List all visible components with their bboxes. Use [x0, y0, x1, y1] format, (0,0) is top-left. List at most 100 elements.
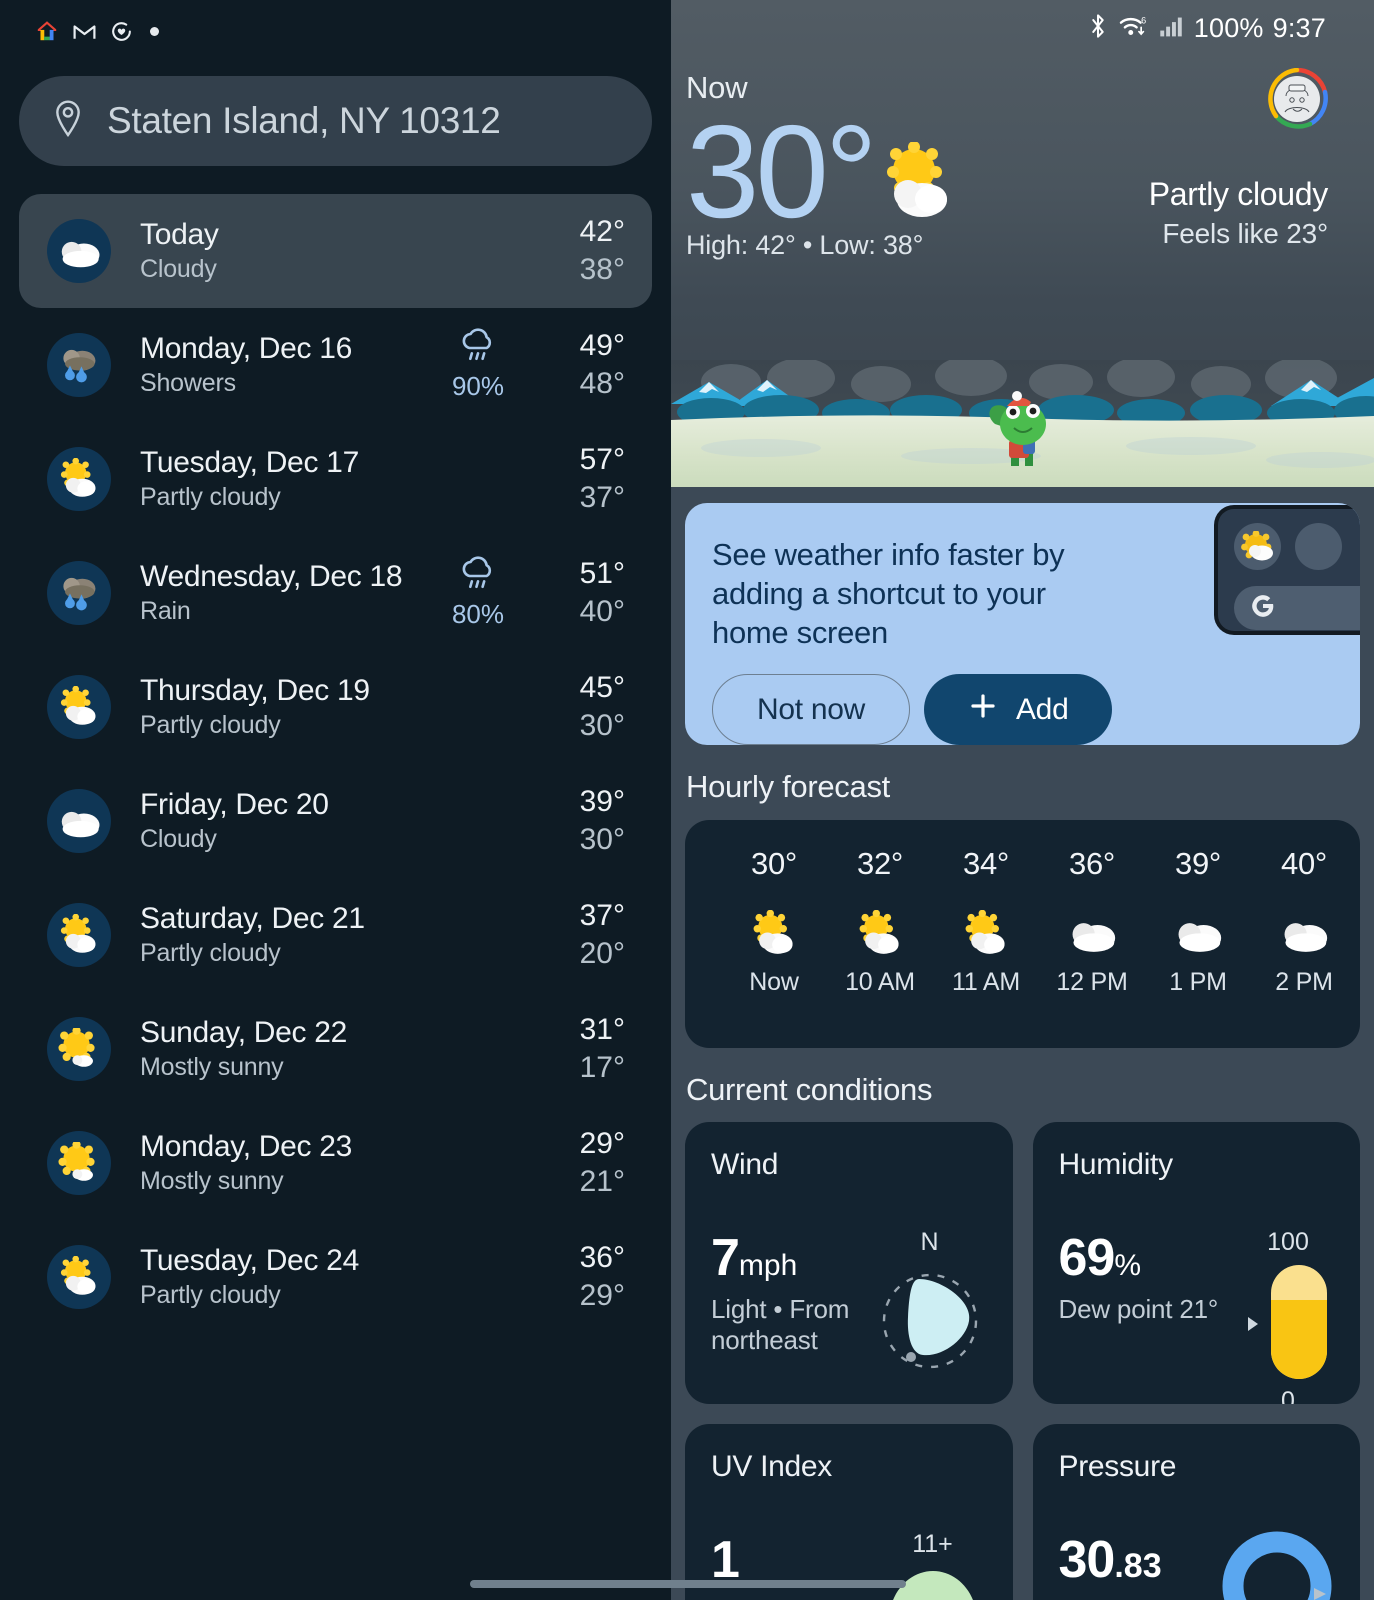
- partly-cloudy-icon: [47, 675, 111, 739]
- gesture-navigation-bar: [0, 1566, 1374, 1600]
- hour-label: 10 AM: [845, 968, 915, 997]
- day-name: Today: [140, 217, 219, 251]
- weather-detail-panel: 6 100% 9:37 Now 30° High: 42° • Low: 38°…: [671, 0, 1374, 1600]
- hour-label: Now: [749, 968, 799, 997]
- add-label: Add: [1015, 692, 1069, 726]
- day-condition: Partly cloudy: [140, 710, 281, 739]
- forecast-day-row[interactable]: Thursday, Dec 19 Partly cloudy 45° 30°: [19, 650, 652, 764]
- day-low: 17°: [579, 1050, 625, 1084]
- hourly-entry: 30° Now: [721, 846, 827, 997]
- forecast-day-row[interactable]: Tuesday, Dec 17 Partly cloudy 57° 37°: [19, 422, 652, 536]
- wind-card[interactable]: Wind 7mph Light • From northeast N: [685, 1122, 1013, 1405]
- day-low: 40°: [579, 594, 625, 628]
- preview-search-bar: [1234, 586, 1360, 630]
- home-screen-shortcut-promo: See weather info faster by adding a shor…: [685, 503, 1360, 746]
- right-status-bar: 6 100% 9:37: [671, 0, 1374, 56]
- uv-title: UV Index: [711, 1450, 832, 1484]
- add-shortcut-button[interactable]: Add: [923, 674, 1113, 746]
- forecast-day-row[interactable]: Saturday, Dec 21 Partly cloudy 37° 20°: [19, 878, 652, 992]
- humidity-scale-min: 0: [1281, 1387, 1295, 1405]
- forecast-day-row[interactable]: Today Cloudy 42° 38°: [19, 194, 652, 308]
- day-temperatures: 29° 21°: [541, 1126, 625, 1201]
- day-condition: Partly cloudy: [140, 1280, 281, 1309]
- feels-like-temp: Feels like 23°: [1162, 218, 1328, 249]
- hero-current-weather: 6 100% 9:37 Now 30° High: 42° • Low: 38°…: [671, 0, 1374, 487]
- forecast-day-row[interactable]: Friday, Dec 20 Cloudy 39° 30°: [19, 764, 652, 878]
- conditions-card-grid: Wind 7mph Light • From northeast N Humid…: [685, 1122, 1360, 1600]
- day-condition: Partly cloudy: [140, 482, 281, 511]
- hourly-entry: 40° 2 PM: [1251, 846, 1357, 997]
- hourly-entry: 39° 1 PM: [1145, 846, 1251, 997]
- forecast-day-row[interactable]: Monday, Dec 23 Mostly sunny 29° 21°: [19, 1106, 652, 1220]
- humidity-value: 69: [1058, 1229, 1116, 1288]
- day-low: 38°: [579, 252, 625, 286]
- day-temperatures: 36° 29°: [541, 1240, 625, 1315]
- wifi-6-icon: 6: [1118, 13, 1150, 44]
- day-name: Wednesday, Dec 18: [140, 559, 403, 593]
- dew-point: Dew point 21°: [1058, 1294, 1219, 1325]
- day-temperatures: 45° 30°: [541, 670, 625, 745]
- day-temperatures: 39° 30°: [541, 784, 625, 859]
- hourly-entry: 34° 11 AM: [933, 846, 1039, 997]
- day-low: 20°: [579, 936, 625, 970]
- day-temperatures: 42° 38°: [541, 214, 625, 289]
- avatar[interactable]: [1266, 67, 1328, 130]
- humidity-gauge: 100 0: [1246, 1228, 1336, 1404]
- forecast-day-row[interactable]: Tuesday, Dec 24 Partly cloudy 36° 29°: [19, 1220, 652, 1334]
- hour-temperature: 34°: [963, 846, 1009, 882]
- precipitation-chance: 90%: [435, 328, 521, 402]
- forecast-day-row[interactable]: Sunday, Dec 22 Mostly sunny 31° 17°: [19, 992, 652, 1106]
- promo-message: See weather info faster by adding a shor…: [712, 537, 1065, 651]
- battery-percentage: 100%: [1193, 12, 1264, 43]
- mostly-sunny-icon: [47, 1017, 111, 1081]
- forecast-day-row[interactable]: Wednesday, Dec 18 Rain 80% 51° 40°: [19, 536, 652, 650]
- day-high: 42°: [579, 214, 625, 248]
- daily-forecast-list: Today Cloudy 42° 38° Monday, Dec 16 Show…: [0, 194, 671, 1334]
- day-name: Monday, Dec 23: [140, 1129, 353, 1163]
- humidity-title: Humidity: [1058, 1148, 1174, 1182]
- precip-percent: 80%: [451, 599, 505, 629]
- cellular-signal-icon: [1159, 14, 1185, 43]
- google-home-icon: [34, 18, 60, 44]
- wind-compass: N: [871, 1228, 989, 1382]
- day-low: 21°: [579, 1164, 625, 1198]
- day-name: Tuesday, Dec 24: [140, 1243, 359, 1277]
- day-high: 37°: [579, 898, 625, 932]
- day-low: 30°: [579, 822, 625, 856]
- hour-label: 12 PM: [1056, 968, 1128, 997]
- weather-illustration: [671, 356, 1374, 487]
- day-condition: Cloudy: [140, 254, 217, 283]
- partly-cloudy-icon: [47, 447, 111, 511]
- home-gesture-pill[interactable]: [470, 1580, 906, 1588]
- forecast-day-row[interactable]: Monday, Dec 16 Showers 90% 49° 48°: [19, 308, 652, 422]
- day-name: Monday, Dec 16: [140, 331, 353, 365]
- day-temperatures: 57° 37°: [541, 442, 625, 517]
- humidity-card[interactable]: Humidity 69% Dew point 21° 100 0: [1032, 1122, 1360, 1405]
- left-status-bar: [0, 0, 671, 62]
- day-condition: Mostly sunny: [140, 1166, 284, 1195]
- day-name: Saturday, Dec 21: [140, 901, 365, 935]
- day-temperatures: 37° 20°: [541, 898, 625, 973]
- wind-unit: mph: [738, 1249, 798, 1283]
- dot-indicator: [150, 26, 159, 36]
- partly-cloudy-icon: [933, 908, 1039, 958]
- hourly-entry: 36° 12 PM: [1039, 846, 1145, 997]
- hourly-forecast-card[interactable]: 30° Now 32° 10 AM 34° 11 AM 36° 12 PM 39…: [685, 820, 1360, 1049]
- hourly-forecast-title: Hourly forecast: [686, 769, 890, 805]
- fitbit-heart-icon: [109, 19, 134, 44]
- day-name: Sunday, Dec 22: [140, 1015, 348, 1049]
- day-temperatures: 49° 48°: [541, 328, 625, 403]
- cloudy-icon: [1251, 908, 1357, 958]
- day-low: 48°: [579, 366, 625, 400]
- day-high: 39°: [579, 784, 625, 818]
- location-search-input[interactable]: Staten Island, NY 10312: [19, 76, 652, 166]
- wind-title: Wind: [711, 1148, 779, 1182]
- not-now-button[interactable]: Not now: [712, 674, 910, 746]
- uv-scale-max: 11+: [912, 1530, 953, 1559]
- day-condition: Mostly sunny: [140, 1052, 284, 1081]
- wind-value: 7: [711, 1229, 740, 1288]
- current-conditions-title: Current conditions: [686, 1072, 933, 1108]
- forecast-sidebar: Staten Island, NY 10312 Today Cloudy 42°…: [0, 0, 671, 1600]
- home-screen-preview: [1214, 505, 1360, 635]
- hour-temperature: 30°: [751, 846, 797, 882]
